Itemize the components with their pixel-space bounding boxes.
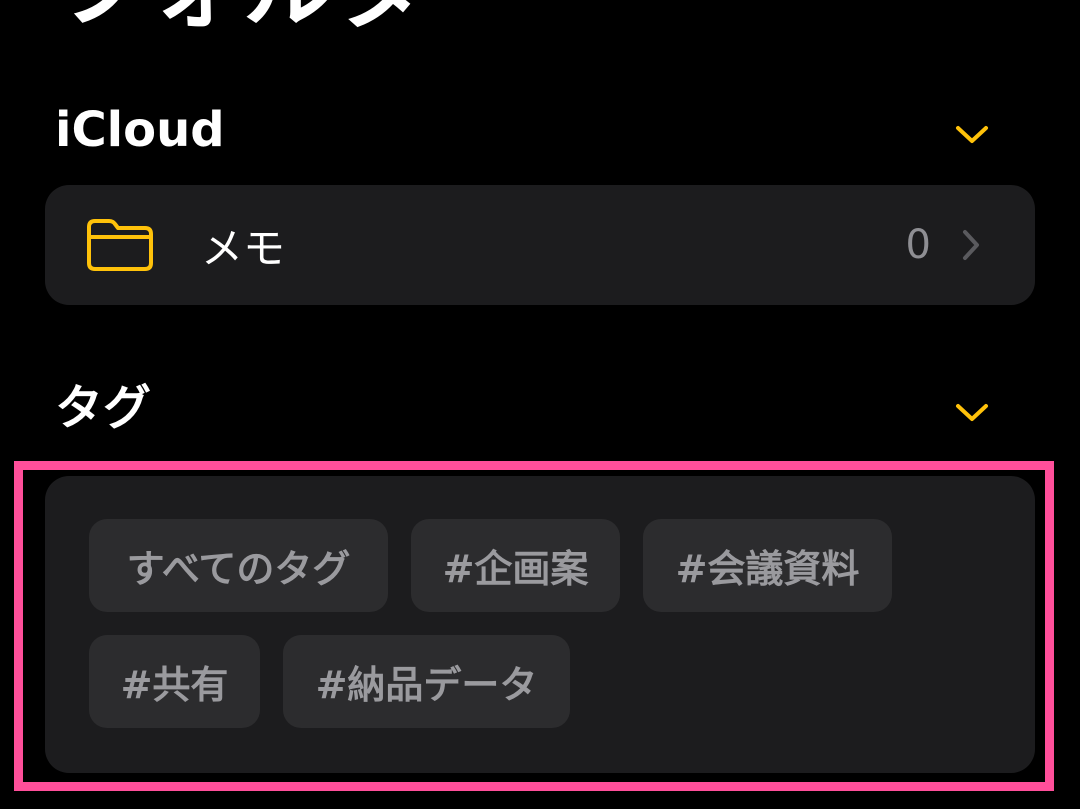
tag-chip-kaigi-shiryo[interactable]: #会議資料 [643, 519, 892, 612]
page-title: フォルダ [55, 0, 431, 34]
tags-section-header[interactable]: タグ [55, 378, 1000, 438]
tag-chip-all-tags[interactable]: すべてのタグ [89, 519, 388, 612]
chevron-right-icon [959, 227, 983, 263]
icloud-section-header[interactable]: iCloud [55, 100, 1000, 160]
icloud-section-title: iCloud [55, 102, 225, 158]
folder-name: メモ [201, 223, 286, 273]
chevron-down-icon[interactable] [952, 393, 992, 433]
tag-chip-nohin-data[interactable]: #納品データ [283, 635, 570, 728]
tags-section-title: タグ [55, 380, 152, 436]
folder-row-memo[interactable]: メモ 0 [45, 185, 1035, 305]
folder-icon [85, 217, 155, 273]
tags-browser: すべてのタグ #企画案 #会議資料 #共有 #納品データ [45, 476, 1035, 773]
chevron-down-icon[interactable] [952, 115, 992, 155]
folder-note-count: 0 [905, 222, 931, 268]
tag-chip-kikakuan[interactable]: #企画案 [411, 519, 620, 612]
tag-chip-kyoyu[interactable]: #共有 [89, 635, 260, 728]
